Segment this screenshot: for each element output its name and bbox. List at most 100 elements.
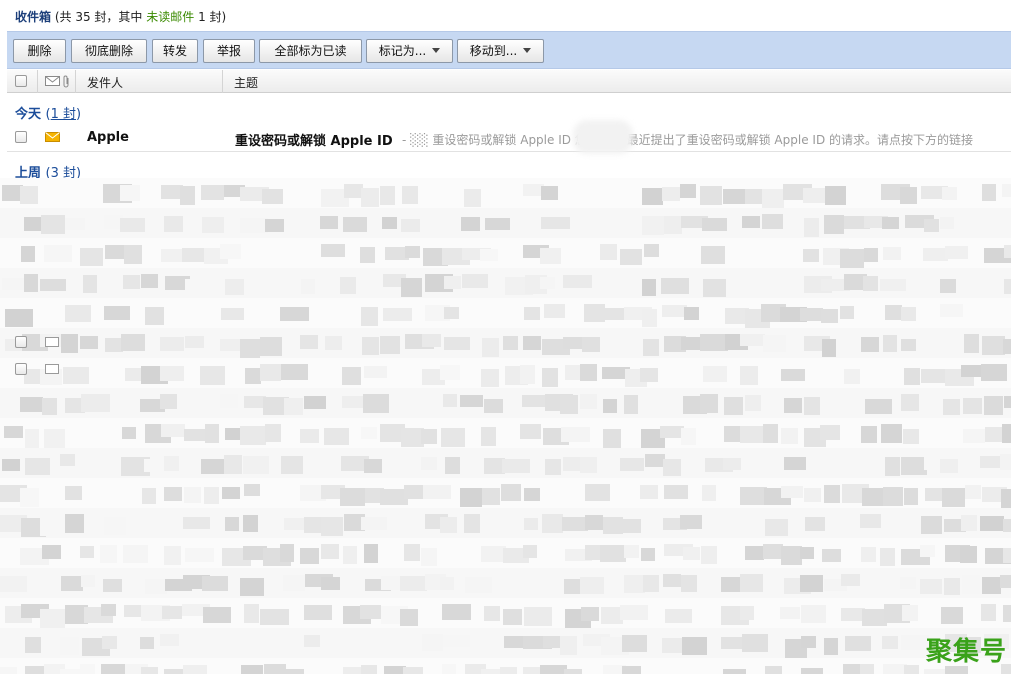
redacted-block <box>185 548 214 562</box>
read-envelope-icon <box>45 364 59 374</box>
redacted-block <box>904 368 920 385</box>
redacted-block <box>402 186 418 204</box>
redacted-block <box>0 667 17 674</box>
redacted-block <box>642 216 664 235</box>
redacted-block <box>805 517 825 531</box>
delete-button[interactable]: 删除 <box>13 39 66 63</box>
redacted-block <box>822 549 841 562</box>
redacted-block <box>784 398 802 413</box>
redacted-block <box>860 514 881 528</box>
redacted-block <box>580 364 597 381</box>
subject-column-header[interactable]: 主题 <box>234 74 258 91</box>
report-button[interactable]: 举报 <box>203 39 255 63</box>
redacted-block <box>503 609 522 625</box>
redacted-block <box>883 335 897 352</box>
unread-link[interactable]: 未读邮件 <box>146 10 194 24</box>
mail-row[interactable]: Apple 重设密码或解锁 Apple ID - ░░ 重设密码或解锁 Appl… <box>7 124 1011 152</box>
redacted-block <box>340 488 365 506</box>
column-divider <box>37 70 38 93</box>
redacted-block <box>485 218 510 230</box>
redacted-block <box>603 399 617 413</box>
redacted-block <box>265 424 281 442</box>
redacted-block <box>681 337 700 350</box>
redacted-block <box>81 575 95 587</box>
redacted-block <box>682 637 707 655</box>
redacted-block <box>541 217 570 229</box>
redacted-block <box>144 459 160 472</box>
redacted-block <box>484 606 500 621</box>
redacted-block <box>620 458 644 471</box>
redacted-block <box>400 576 427 591</box>
row-checkbox[interactable] <box>15 336 27 348</box>
delete-permanently-button[interactable]: 彻底删除 <box>71 39 147 63</box>
mark-all-read-button[interactable]: 全部标为已读 <box>259 39 362 63</box>
redacted-block <box>224 455 242 474</box>
row-checkbox[interactable] <box>15 131 27 143</box>
redacted-block <box>382 217 397 229</box>
chevron-down-icon <box>432 48 441 53</box>
row-checkbox[interactable] <box>15 363 27 375</box>
group-count-link[interactable]: 1 封 <box>51 107 76 122</box>
redacted-block <box>600 545 626 562</box>
redacted-block <box>763 335 786 352</box>
redacted-block <box>984 396 1003 415</box>
redacted-block <box>882 217 899 229</box>
inbox-count-suffix: 1 封) <box>198 10 227 24</box>
redacted-block <box>81 394 110 412</box>
mark-as-dropdown[interactable]: 标记为... <box>366 39 453 63</box>
redacted-block <box>121 334 145 351</box>
redacted-block <box>244 484 260 496</box>
redacted-block <box>663 459 681 476</box>
redacted-block <box>940 217 954 229</box>
redacted-block <box>561 427 590 442</box>
redacted-block <box>445 457 460 474</box>
redacted-block <box>941 607 963 624</box>
redacted-block <box>524 607 552 626</box>
redacted-block <box>20 397 43 412</box>
redacted-block <box>603 429 621 448</box>
redacted-block <box>964 334 979 353</box>
redacted-block <box>220 244 241 259</box>
sender-column-header[interactable]: 发件人 <box>87 74 123 91</box>
column-divider <box>75 70 76 93</box>
redacted-block <box>901 307 916 321</box>
redacted-block <box>364 366 387 378</box>
redacted-block <box>960 546 977 563</box>
redacted-block <box>540 248 561 264</box>
redacted-block <box>620 605 648 620</box>
redacted-block <box>824 215 844 234</box>
select-all-checkbox[interactable] <box>15 75 27 87</box>
redacted-block <box>361 427 377 439</box>
column-divider <box>222 70 223 93</box>
redacted-block <box>444 307 459 319</box>
group-header-today: 今天 (1 封) <box>15 107 82 122</box>
redacted-block <box>44 429 65 448</box>
forward-button[interactable]: 转发 <box>152 39 198 63</box>
redacted-block <box>240 218 268 233</box>
redacted-block <box>924 219 939 232</box>
chevron-down-icon <box>523 48 532 53</box>
redacted-block <box>703 366 727 382</box>
redacted-block <box>481 369 499 387</box>
redacted-block <box>961 515 977 531</box>
redacted-block <box>883 487 903 506</box>
redacted-block <box>901 394 919 411</box>
redacted-block <box>524 307 540 320</box>
redacted-block <box>380 336 400 354</box>
redacted-block <box>145 307 164 325</box>
redacted-block <box>803 188 825 203</box>
redacted-block <box>581 607 599 621</box>
redacted-block <box>740 366 758 385</box>
inbox-title: 收件箱 <box>15 10 52 24</box>
redacted-block <box>584 304 605 322</box>
redacted-block <box>882 636 898 649</box>
redacted-block <box>40 609 65 628</box>
redacted-block <box>162 606 182 619</box>
redacted-block <box>300 429 319 443</box>
redacted-block <box>400 609 418 626</box>
move-to-dropdown[interactable]: 移动到... <box>457 39 544 63</box>
redacted-block <box>683 547 700 560</box>
redacted-block <box>361 517 387 530</box>
redacted-block <box>460 488 482 507</box>
redacted-block <box>281 364 308 380</box>
